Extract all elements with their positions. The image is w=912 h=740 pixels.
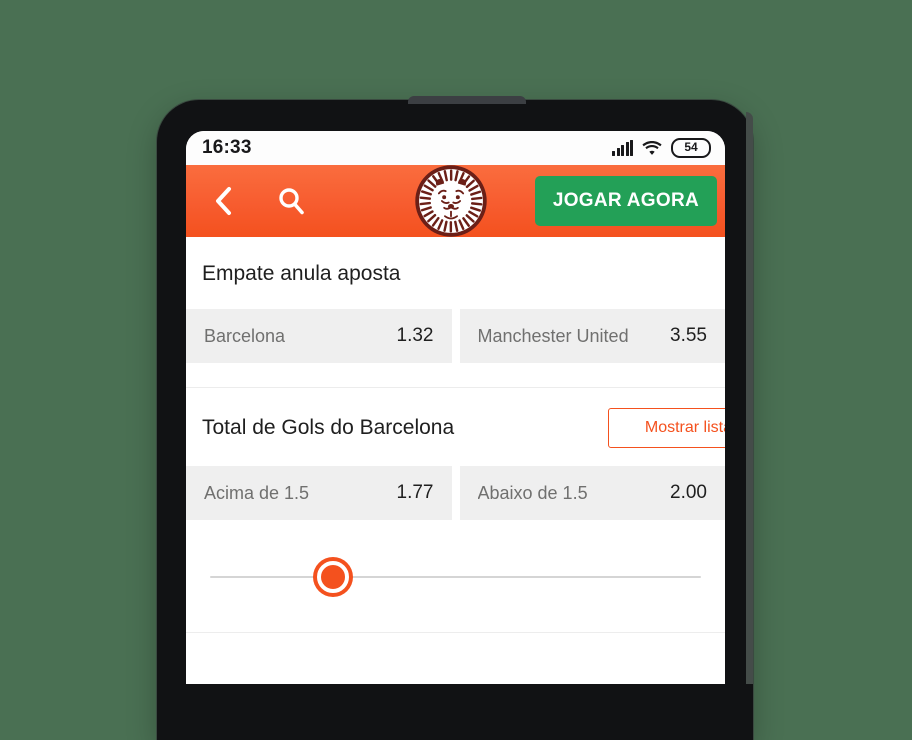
- section-divider: [186, 363, 725, 388]
- market-title: Empate anula aposta: [202, 261, 401, 285]
- leovegas-lion-logo: [415, 165, 487, 237]
- search-button[interactable]: [268, 178, 314, 224]
- market-title: Total de Gols do Barcelona: [202, 415, 455, 439]
- market-header: Empate anula aposta: [202, 237, 709, 309]
- slider-track[interactable]: [210, 561, 701, 593]
- status-bar: 16:33 54: [186, 131, 725, 165]
- odds-button[interactable]: Barcelona 1.32: [186, 309, 452, 363]
- signal-bars-icon: [612, 139, 633, 156]
- phone-side-edge: [746, 112, 753, 684]
- odds-button[interactable]: Acima de 1.5 1.77: [186, 466, 452, 520]
- market-section: Total de Gols do Barcelona Mostrar lista…: [186, 388, 725, 542]
- outcome-name: Barcelona: [204, 325, 286, 346]
- outcome-name: Manchester United: [477, 325, 629, 346]
- odds-row: Acima de 1.5 1.77 Abaixo de 1.5 2.00: [186, 466, 725, 520]
- search-icon: [279, 188, 304, 215]
- phone-screen: 16:33 54 JOGAR AGORA Empate anula aposta…: [186, 131, 725, 684]
- market-header: Total de Gols do Barcelona Mostrar lista: [202, 388, 725, 466]
- market-section: Empate anula aposta Barcelona 1.32 Manch…: [186, 237, 725, 388]
- bottom-divider: [186, 632, 725, 633]
- status-bar-clock: 16:33: [202, 137, 252, 158]
- show-list-button[interactable]: Mostrar lista: [607, 408, 725, 448]
- outcome-odds: 3.55: [670, 325, 707, 346]
- app-header: JOGAR AGORA: [186, 165, 725, 237]
- outcome-odds: 1.32: [396, 325, 434, 346]
- outcome-odds: 1.77: [396, 482, 434, 503]
- odds-button[interactable]: Abaixo de 1.5 2.00: [459, 466, 725, 520]
- slider-thumb[interactable]: [316, 561, 349, 593]
- odds-button[interactable]: Manchester United 3.55: [459, 309, 725, 363]
- odds-row: Barcelona 1.32 Manchester United 3.55: [186, 309, 725, 363]
- wifi-icon: [642, 141, 662, 155]
- status-bar-indicators: 54: [612, 138, 711, 158]
- play-now-button[interactable]: JOGAR AGORA: [534, 176, 717, 226]
- outcome-name: Acima de 1.5: [204, 482, 310, 503]
- outcome-name: Abaixo de 1.5: [477, 482, 588, 503]
- back-chevron-icon: [216, 187, 231, 215]
- odds-bottom-spacer: [186, 520, 725, 542]
- back-button[interactable]: [200, 178, 246, 224]
- battery-indicator: 54: [671, 138, 711, 158]
- goal-line-slider[interactable]: [186, 542, 725, 612]
- outcome-odds: 2.00: [670, 482, 707, 503]
